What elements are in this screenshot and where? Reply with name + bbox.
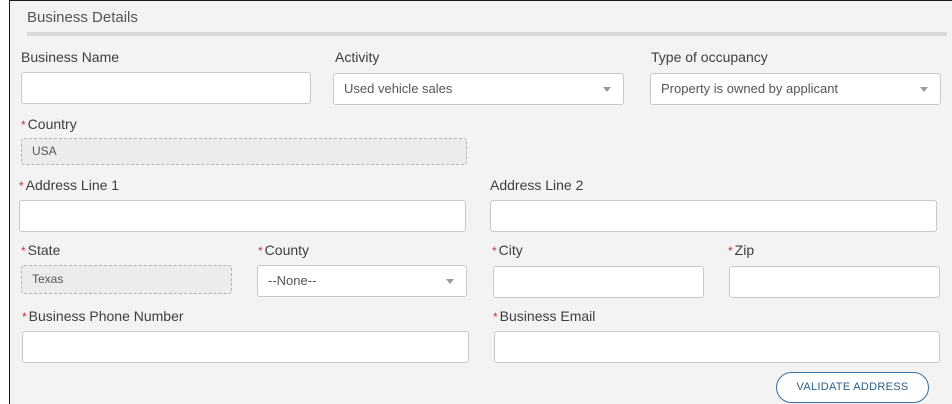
address-line-1-input[interactable] — [19, 200, 466, 232]
business-phone-label: * Business Phone Number — [22, 308, 184, 324]
zip-input[interactable] — [729, 266, 940, 298]
required-marker: * — [21, 244, 26, 258]
business-email-label: * Business Email — [493, 308, 596, 324]
chevron-down-icon — [603, 87, 611, 92]
business-email-input[interactable] — [494, 331, 940, 363]
business-name-label: Business Name — [21, 49, 120, 65]
business-name-input[interactable] — [21, 72, 311, 104]
required-marker: * — [258, 244, 263, 258]
required-marker: * — [21, 118, 26, 132]
country-label: * Country — [21, 116, 77, 132]
validate-address-button[interactable]: VALIDATE ADDRESS — [776, 372, 929, 403]
activity-value: Used vehicle sales — [344, 81, 453, 96]
county-value: --None-- — [268, 273, 317, 288]
chevron-down-icon — [920, 87, 928, 92]
business-details-panel: Business Details Business Name Activity … — [9, 0, 952, 404]
required-marker: * — [19, 179, 24, 193]
address-line-2-input[interactable] — [490, 200, 937, 232]
country-field: USA — [21, 138, 467, 165]
county-label: * County — [258, 242, 310, 258]
address-line-2-label: Address Line 2 — [490, 177, 584, 193]
county-select[interactable]: --None-- — [257, 265, 467, 297]
required-marker: * — [492, 244, 497, 258]
occupancy-value: Property is owned by applicant — [661, 81, 839, 96]
state-field: Texas — [21, 265, 232, 294]
required-marker: * — [493, 310, 498, 324]
chevron-down-icon — [446, 279, 454, 284]
address-line-1-label: * Address Line 1 — [19, 177, 120, 193]
activity-select[interactable]: Used vehicle sales — [333, 73, 624, 105]
zip-label: * Zip — [728, 242, 755, 258]
business-phone-input[interactable] — [22, 331, 469, 363]
required-marker: * — [728, 244, 733, 258]
state-label: * State — [21, 242, 61, 258]
occupancy-select[interactable]: Property is owned by applicant — [650, 73, 941, 105]
required-marker: * — [22, 310, 27, 324]
activity-label: Activity — [335, 49, 380, 65]
city-label: * City — [492, 242, 523, 258]
occupancy-label: Type of occupancy — [651, 49, 768, 65]
section-title: Business Details — [27, 9, 138, 26]
city-input[interactable] — [493, 266, 704, 298]
section-divider — [27, 32, 947, 36]
